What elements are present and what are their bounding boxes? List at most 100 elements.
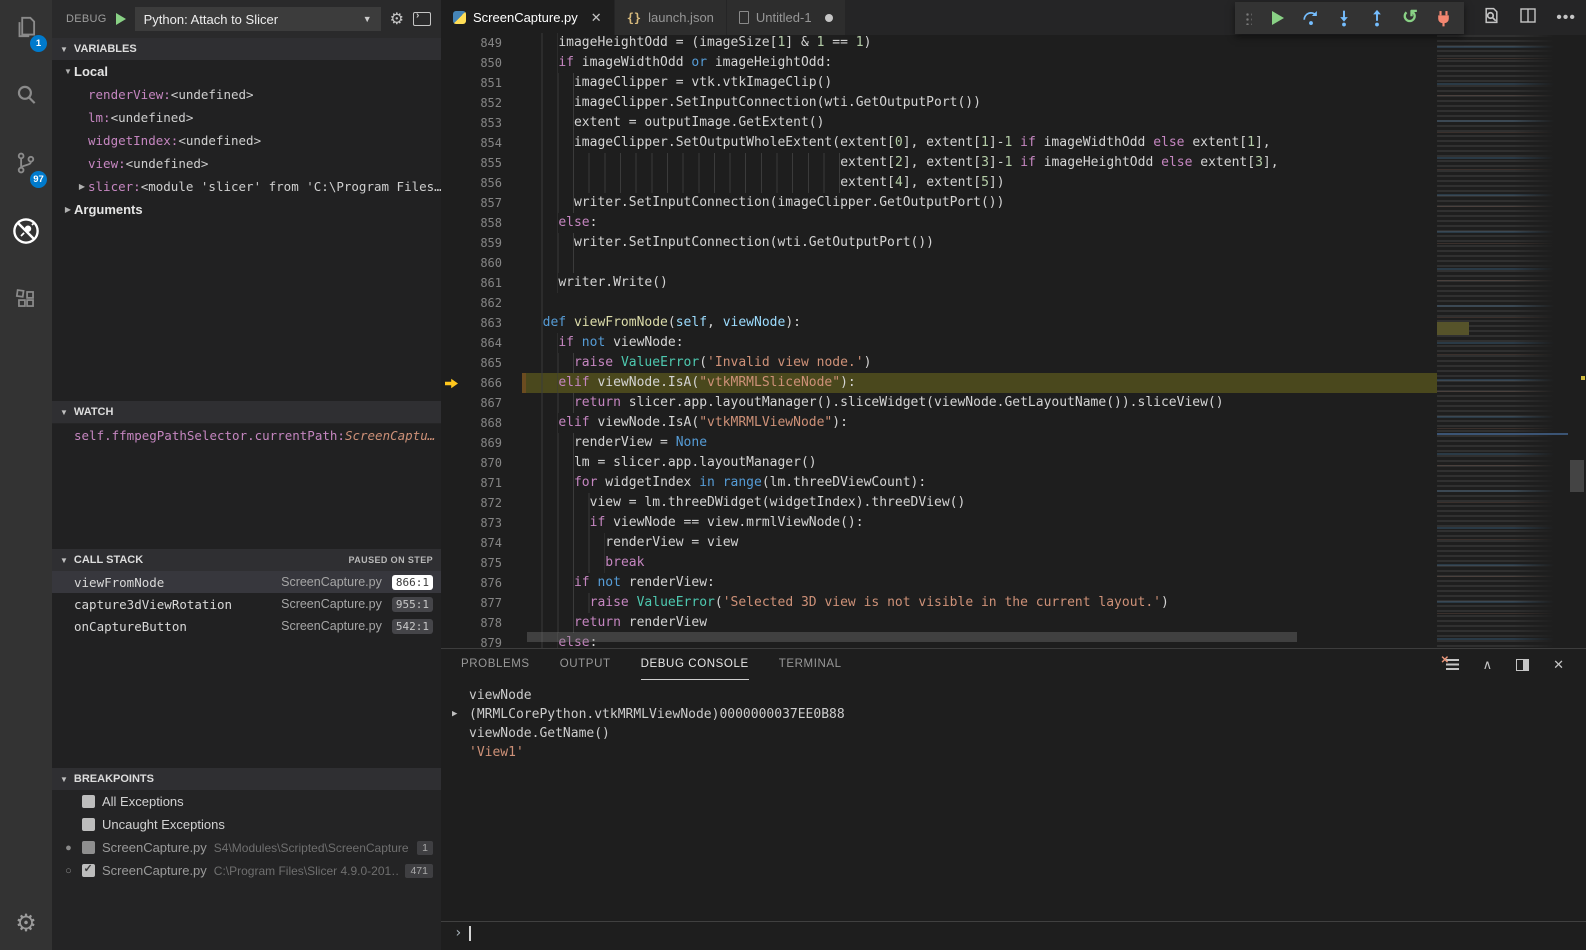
debug-settings-gear-icon[interactable]: ⚙ [390, 9, 404, 29]
code-line[interactable]: 852imageClipper.SetInputConnection(wti.G… [441, 93, 1437, 113]
sidebar-item-extensions[interactable] [0, 276, 52, 326]
sidebar-item-explorer[interactable]: 1 [0, 4, 52, 54]
variable-row[interactable]: lm: <undefined> [52, 106, 441, 129]
step-over-icon[interactable] [1302, 9, 1320, 27]
tab-launch.json[interactable]: {}launch.json [615, 0, 726, 35]
console-row[interactable]: 'View1' [441, 743, 1586, 762]
breakpoint-row[interactable]: All Exceptions [52, 790, 441, 813]
variables-scope-row[interactable]: ▶Arguments [52, 198, 441, 221]
tab-ScreenCapture.py[interactable]: ScreenCapture.py✕ [441, 0, 614, 35]
code-line[interactable]: 878return renderView [441, 613, 1437, 633]
breakpoint-checkbox[interactable] [82, 864, 95, 877]
code-line[interactable]: 875break [441, 553, 1437, 573]
code-line[interactable]: 870lm = slicer.app.layoutManager() [441, 453, 1437, 473]
variables-section-header[interactable]: ▼ VARIABLES [52, 38, 441, 60]
settings-gear-icon[interactable]: ⚙ [15, 909, 37, 938]
panel-tab-terminal[interactable]: TERMINAL [779, 649, 842, 680]
minimap[interactable] [1437, 35, 1568, 648]
code-line[interactable]: 855extent[2], extent[3]-1 if imageHeight… [441, 153, 1437, 173]
sidebar-item-source-control[interactable]: 97 [0, 140, 52, 190]
breakpoint-checkbox[interactable] [82, 795, 95, 808]
panel-tab-debug-console[interactable]: DEBUG CONSOLE [641, 649, 749, 680]
breakpoints-section-header[interactable]: ▼ BREAKPOINTS [52, 768, 441, 790]
close-icon[interactable]: ✕ [591, 10, 602, 26]
vertical-scrollbar[interactable] [1568, 35, 1586, 648]
code-line[interactable]: 874renderView = view [441, 533, 1437, 553]
console-row[interactable]: viewNode.GetName() [441, 724, 1586, 743]
close-panel-icon[interactable]: ✕ [1553, 657, 1564, 673]
code-line[interactable]: 861writer.Write() [441, 273, 1437, 293]
code-line[interactable]: 857writer.SetInputConnection(imageClippe… [441, 193, 1437, 213]
code-line[interactable]: 876if not renderView: [441, 573, 1437, 593]
console-row[interactable]: ▶(MRMLCorePython.vtkMRMLViewNode)0000000… [441, 705, 1586, 724]
more-actions-icon[interactable]: ••• [1556, 9, 1576, 27]
split-editor-icon[interactable] [1520, 8, 1536, 28]
disconnect-icon[interactable] [1434, 9, 1452, 27]
line-number: 864 [462, 333, 502, 353]
code-line[interactable]: 865raise ValueError('Invalid view node.'… [441, 353, 1437, 373]
code-editor[interactable]: 849imageHeightOdd = (imageSize[1] & 1 ==… [441, 33, 1437, 648]
code-line[interactable]: 849imageHeightOdd = (imageSize[1] & 1 ==… [441, 33, 1437, 53]
code-line[interactable]: 869renderView = None [441, 433, 1437, 453]
open-preview-icon[interactable] [1483, 7, 1500, 29]
debug-console-input[interactable]: › [441, 921, 1586, 944]
breakpoint-checkbox[interactable] [82, 841, 95, 854]
sidebar-item-debug[interactable] [0, 208, 52, 258]
code-line[interactable]: 873if viewNode == view.mrmlViewNode(): [441, 513, 1437, 533]
console-row[interactable]: viewNode [441, 686, 1586, 705]
start-debug-icon[interactable] [116, 13, 126, 25]
code-line[interactable]: 850if imageWidthOdd or imageHeightOdd: [441, 53, 1437, 73]
gutter-glyph [441, 93, 462, 113]
code-line[interactable]: 864if not viewNode: [441, 333, 1437, 353]
tab-Untitled-1[interactable]: Untitled-1 [727, 0, 845, 35]
variable-row[interactable]: view: <undefined> [52, 152, 441, 175]
code-line[interactable]: 860 [441, 253, 1437, 273]
breakpoint-row[interactable]: ○ScreenCapture.pyC:\Program Files\Slicer… [52, 859, 441, 882]
source-control-badge: 97 [30, 171, 47, 188]
restart-icon[interactable]: ↺ [1401, 9, 1419, 27]
variable-row[interactable]: ▶slicer: <module 'slicer' from 'C:\Progr… [52, 175, 441, 198]
breakpoint-checkbox[interactable] [82, 818, 95, 831]
scrollbar-thumb[interactable] [1570, 460, 1584, 492]
code-line[interactable]: 851imageClipper = vtk.vtkImageClip() [441, 73, 1437, 93]
sidebar-item-search[interactable] [0, 72, 52, 122]
code-line[interactable]: 862 [441, 293, 1437, 313]
code-line[interactable]: 868elif viewNode.IsA("vtkMRMLViewNode"): [441, 413, 1437, 433]
panel-tab-problems[interactable]: PROBLEMS [461, 649, 530, 680]
breakpoint-row[interactable]: ●ScreenCapture.pyS4\Modules\Scripted\Scr… [52, 836, 441, 859]
continue-icon[interactable] [1269, 9, 1287, 27]
code-line[interactable]: 867return slicer.app.layoutManager().sli… [441, 393, 1437, 413]
step-into-icon[interactable] [1335, 9, 1353, 27]
drag-grip-icon[interactable] [1245, 12, 1252, 25]
code-line[interactable]: 872view = lm.threeDWidget(widgetIndex).t… [441, 493, 1437, 513]
breakpoint-row[interactable]: Uncaught Exceptions [52, 813, 441, 836]
step-out-icon[interactable] [1368, 9, 1386, 27]
stack-frame-row[interactable]: onCaptureButtonScreenCapture.py542:1 [52, 615, 441, 637]
watch-row[interactable]: self.ffmpegPathSelector.currentPath: Scr… [52, 424, 441, 447]
variable-row[interactable]: widgetIndex: <undefined> [52, 129, 441, 152]
horizontal-scrollbar[interactable] [527, 632, 1297, 642]
call-stack-section-header[interactable]: ▼ CALL STACK PAUSED ON STEP [52, 549, 441, 571]
clear-console-icon[interactable]: ✕ [1446, 659, 1459, 670]
code-line[interactable]: 856extent[4], extent[5]) [441, 173, 1437, 193]
expand-arrow-icon[interactable]: ▶ [452, 705, 457, 724]
code-line[interactable]: 871for widgetIndex in range(lm.threeDVie… [441, 473, 1437, 493]
stack-frame-row[interactable]: viewFromNodeScreenCapture.py866:1 [52, 571, 441, 593]
variable-row[interactable]: renderView: <undefined> [52, 83, 441, 106]
variables-scope-row[interactable]: ▼Local [52, 60, 441, 83]
code-line[interactable]: 854imageClipper.SetOutputWholeExtent(ext… [441, 133, 1437, 153]
debug-console-toggle-icon[interactable] [413, 12, 431, 26]
maximize-panel-icon[interactable]: ∧ [1483, 657, 1493, 673]
stack-frame-row[interactable]: capture3dViewRotationScreenCapture.py955… [52, 593, 441, 615]
code-line[interactable]: 858else: [441, 213, 1437, 233]
code-line[interactable]: 866elif viewNode.IsA("vtkMRMLSliceNode")… [441, 373, 1437, 393]
debug-config-select[interactable]: Python: Attach to Slicer ▼ [135, 7, 381, 31]
code-line[interactable]: 853extent = outputImage.GetExtent() [441, 113, 1437, 133]
code-line[interactable]: 863def viewFromNode(self, viewNode): [441, 313, 1437, 333]
code-line[interactable]: 877raise ValueError('Selected 3D view is… [441, 593, 1437, 613]
watch-section-header[interactable]: ▼ WATCH [52, 401, 441, 423]
move-panel-icon[interactable] [1516, 659, 1529, 671]
panel-tab-output[interactable]: OUTPUT [560, 649, 611, 680]
frame-position-badge: 955:1 [392, 597, 433, 612]
code-line[interactable]: 859writer.SetInputConnection(wti.GetOutp… [441, 233, 1437, 253]
